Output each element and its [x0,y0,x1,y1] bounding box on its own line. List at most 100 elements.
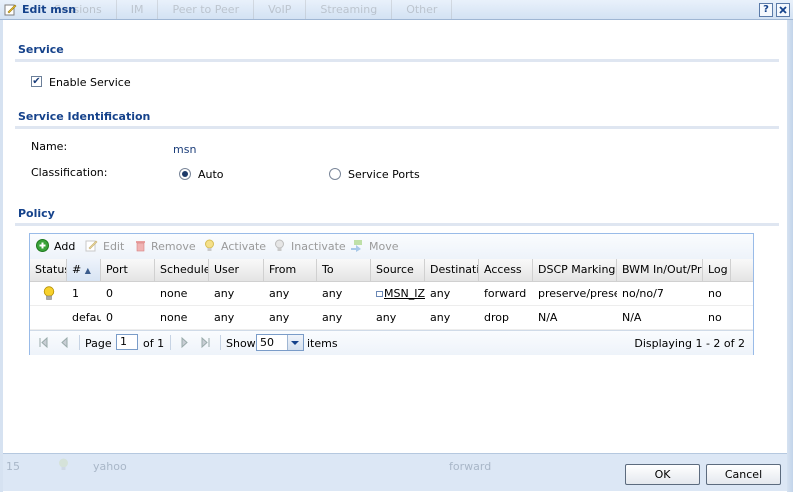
show-label: Show [226,337,256,350]
inactivate-button[interactable]: Inactivate [291,240,346,253]
ok-button[interactable]: OK [625,464,700,485]
dialog-right-border [787,20,793,492]
policy-grid: Add Edit Remove Activate Inactivate Move… [29,233,754,355]
items-label: items [307,337,338,350]
address-object-icon [376,291,383,297]
section-divider [15,126,779,129]
table-row[interactable]: 1 0 none any any any MSN_IZI any forward… [30,282,753,306]
row-access: drop [484,311,509,324]
previous-page-icon[interactable] [59,337,70,348]
enable-service-checkbox[interactable]: ✔ [31,76,42,87]
background-tab: Peer to Peer [158,0,255,19]
section-divider [15,223,779,226]
background-tab: Other [392,0,453,19]
displaying-status: Displaying 1 - 2 of 2 [634,337,745,350]
column-header-schedule[interactable]: Schedule [155,259,209,281]
dialog-body: Service ✔ Enable Service Service Identif… [3,21,787,453]
row-destination: any [430,311,451,324]
enable-service-label: Enable Service [49,76,131,89]
move-icon [351,240,362,252]
auto-radio-label: Auto [198,168,224,181]
grid-header: Status # ▲ Port Schedule User From To So… [30,259,753,282]
row-to: any [322,311,343,324]
column-header-number[interactable]: # ▲ [67,259,101,281]
row-to: any [322,287,343,300]
auto-radio[interactable] [179,168,191,180]
column-header-dscp[interactable]: DSCP Marking In [533,259,617,281]
row-schedule: none [160,311,188,324]
section-heading-policy: Policy [18,207,55,220]
column-header-status[interactable]: Status [30,259,67,281]
row-log: no [708,311,722,324]
close-icon [779,6,787,14]
classification-label: Classification: [31,166,108,179]
next-page-icon[interactable] [179,337,190,348]
background-tabs: Sessions IM Peer to Peer VoIP Streaming Other [40,0,453,20]
close-button[interactable] [776,3,790,17]
section-divider [15,59,779,62]
row-number: 1 [72,287,79,300]
row-schedule: none [160,287,188,300]
section-heading-identification: Service Identification [18,110,151,123]
first-page-icon[interactable] [38,337,49,348]
background-tab: VoIP [254,0,307,19]
add-button[interactable]: Add [54,240,75,253]
page-label: Page [85,337,112,350]
bulb-on-icon [205,239,214,251]
row-number: defau [72,311,101,324]
row-destination: any [430,287,451,300]
row-dscp: preserve/preser [538,287,617,300]
column-header-to[interactable]: To [317,259,371,281]
column-header-user[interactable]: User [209,259,264,281]
page-number-input[interactable]: 1 [116,334,138,350]
name-value: msn [173,143,197,156]
column-header-bwm[interactable]: BWM In/Out/Pri [617,259,703,281]
section-heading-service: Service [18,43,64,56]
row-port: 0 [106,287,113,300]
row-port: 0 [106,311,113,324]
edit-button[interactable]: Edit [103,240,124,253]
activate-button[interactable]: Activate [221,240,266,253]
last-page-icon[interactable] [200,337,211,348]
column-header-log[interactable]: Log [703,259,731,281]
move-button[interactable]: Move [369,240,399,253]
sort-ascending-icon: ▲ [84,266,91,275]
help-button[interactable]: ? [759,3,773,17]
column-header-from[interactable]: From [264,259,317,281]
table-row[interactable]: defau 0 none any any any any any drop N/… [30,306,753,330]
column-header-number-label: # [72,263,82,276]
name-label: Name: [31,140,68,153]
edit-icon [4,4,17,16]
row-bwm: no/no/7 [622,287,664,300]
pager-separator [79,335,80,350]
background-lightbulb-icon [59,458,68,470]
background-row-access: forward [449,460,492,473]
row-log: no [708,287,722,300]
dialog-title: Edit msn [22,3,77,16]
row-from: any [269,287,290,300]
column-header-source[interactable]: Source [371,259,425,281]
background-tab: Streaming [306,0,393,19]
background-row-number: 15 [6,460,20,473]
column-header-port[interactable]: Port [101,259,155,281]
row-bwm: N/A [622,311,642,324]
edit-icon [85,240,98,252]
chevron-down-icon [287,335,303,350]
remove-button[interactable]: Remove [151,240,196,253]
page-count-label: of 1 [143,337,165,350]
row-source-link[interactable]: MSN_IZI [384,287,425,300]
background-row-name: yahoo [93,460,127,473]
row-user: any [214,311,235,324]
row-dscp: N/A [538,311,558,324]
page-size-value: 50 [260,336,274,349]
add-icon [36,239,49,252]
column-header-destination[interactable]: Destination [425,259,479,281]
cancel-button[interactable]: Cancel [706,464,781,485]
column-header-access[interactable]: Access [479,259,533,281]
pager-separator [170,335,171,350]
dialog-footer: 15 yahoo forward OK Cancel [3,453,787,491]
page-size-select[interactable]: 50 [256,334,304,351]
row-user: any [214,287,235,300]
pager-separator [220,335,221,350]
service-ports-radio[interactable] [329,168,341,180]
